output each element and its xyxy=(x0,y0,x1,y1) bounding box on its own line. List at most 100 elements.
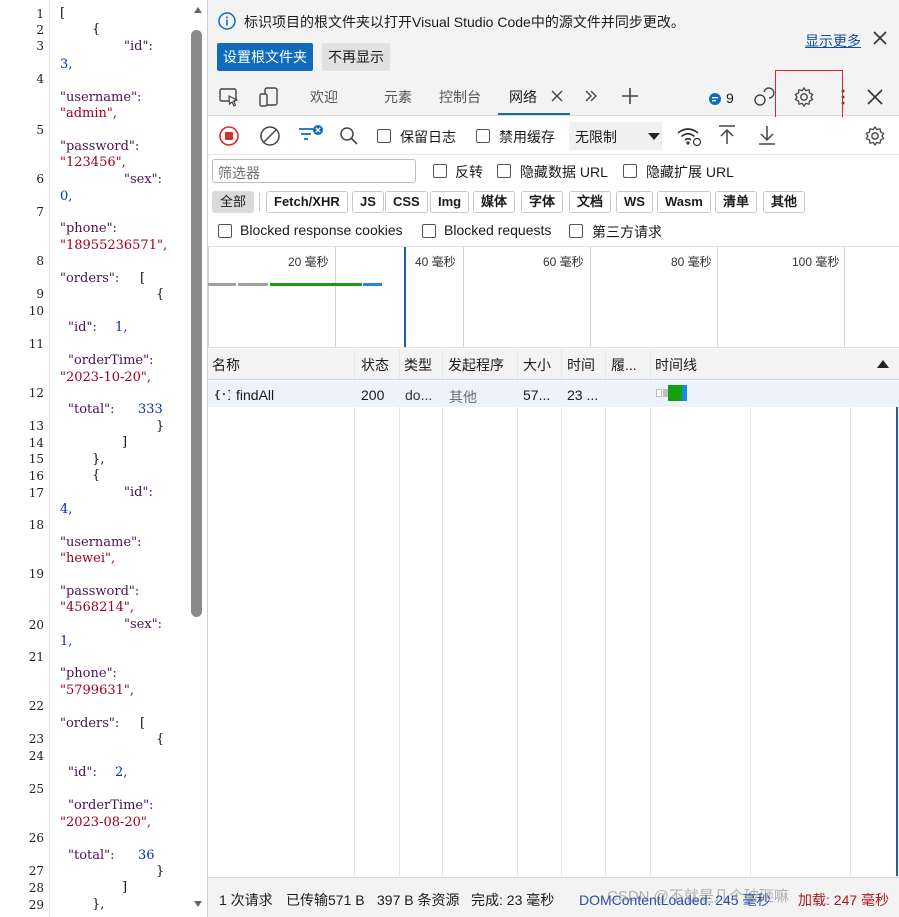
disable-cache-label: 禁用缓存 xyxy=(499,129,555,145)
invert-checkbox[interactable] xyxy=(433,164,447,178)
import-har-icon[interactable] xyxy=(717,124,737,146)
throttling-select[interactable]: 无限制 xyxy=(569,122,662,150)
more-tabs-chevron-icon[interactable] xyxy=(583,88,599,104)
filter-type-wasm[interactable]: Wasm xyxy=(657,191,711,213)
active-tab-indicator xyxy=(498,113,570,115)
filter-type-font[interactable]: 字体 xyxy=(521,191,564,213)
inspect-element-icon[interactable] xyxy=(218,86,240,108)
filter-type-img[interactable]: Img xyxy=(430,191,470,213)
blocked-requests-checkbox[interactable] xyxy=(422,224,436,238)
json-value: "2023-10-20", xyxy=(60,370,152,385)
column-header-name[interactable]: 名称 xyxy=(212,355,240,375)
record-stop-icon[interactable] xyxy=(218,125,240,147)
tab-network[interactable]: 网络 xyxy=(509,87,537,107)
json-key: "orderTime": xyxy=(68,798,154,813)
json-key: "orderTime": xyxy=(68,353,154,368)
filter-type-manifest[interactable]: 清单 xyxy=(715,191,758,213)
tab-console[interactable]: 控制台 xyxy=(439,87,481,107)
line-number: 21 xyxy=(28,650,44,664)
network-conditions-wifi-icon[interactable] xyxy=(676,125,702,147)
column-header-status[interactable]: 状态 xyxy=(361,355,389,375)
column-divider[interactable] xyxy=(399,349,400,876)
column-divider[interactable] xyxy=(354,349,355,876)
json-value: 36 xyxy=(138,848,155,863)
column-header-type[interactable]: 类型 xyxy=(404,355,432,375)
column-header-fulfilled[interactable]: 履... xyxy=(611,355,637,375)
line-number: 26 xyxy=(28,831,44,845)
watermark: CSDN @不就是几个破砸嘛 xyxy=(607,888,789,905)
transferred-size: 已传输571 B xyxy=(286,892,365,908)
tab-welcome[interactable]: 欢迎 xyxy=(310,87,338,107)
filter-type-fetch-xhr[interactable]: Fetch/XHR xyxy=(266,191,348,213)
column-header-initiator[interactable]: 发起程序 xyxy=(448,355,504,375)
waterfall-bar-download xyxy=(682,385,687,401)
chip-divider xyxy=(259,193,260,211)
filter-type-ws[interactable]: WS xyxy=(616,191,653,213)
dont-show-again-button[interactable]: 不再显示 xyxy=(322,43,390,71)
filter-input[interactable]: 筛选器 xyxy=(212,159,416,183)
column-divider[interactable] xyxy=(442,349,443,876)
column-divider[interactable] xyxy=(650,349,651,876)
show-more-link[interactable]: 显示更多 xyxy=(805,31,861,51)
scroll-up-arrow-icon[interactable] xyxy=(193,6,203,14)
filter-type-js[interactable]: JS xyxy=(352,191,384,213)
disable-cache-checkbox[interactable] xyxy=(476,129,490,143)
column-divider[interactable] xyxy=(605,349,606,876)
network-settings-gear-icon[interactable] xyxy=(864,125,886,147)
json-value: 2, xyxy=(115,765,128,780)
line-number: 13 xyxy=(28,419,44,433)
column-divider[interactable] xyxy=(517,349,518,876)
blocked-cookies-checkbox[interactable] xyxy=(218,224,232,238)
throttling-value: 无限制 xyxy=(575,129,617,145)
device-emulation-icon[interactable] xyxy=(258,86,280,108)
feedback-icon[interactable] xyxy=(753,86,775,108)
request-name[interactable]: findAll xyxy=(236,387,274,403)
filter-type-css[interactable]: CSS xyxy=(385,191,428,213)
preserve-log-checkbox[interactable] xyxy=(377,129,391,143)
add-tab-icon[interactable] xyxy=(621,87,639,105)
line-number: 28 xyxy=(28,881,44,895)
scrollbar-thumb[interactable] xyxy=(191,30,202,617)
filter-type-doc[interactable]: 文档 xyxy=(569,191,612,213)
waterfall-bar-waiting xyxy=(668,385,682,401)
tab-elements[interactable]: 元素 xyxy=(384,87,412,107)
issues-count[interactable]: 9 xyxy=(726,90,734,106)
overview-tick-40ms: 40 毫秒 xyxy=(415,255,456,269)
line-number: 12 xyxy=(28,386,44,400)
json-key: "password": xyxy=(60,139,140,154)
hide-data-urls-checkbox[interactable] xyxy=(497,164,511,178)
filter-type-other[interactable]: 其他 xyxy=(763,191,806,213)
filter-type-all[interactable]: 全部 xyxy=(212,191,255,213)
json-value: 3, xyxy=(60,57,73,72)
table-row[interactable]: {·} xyxy=(208,381,899,407)
json-document-icon: {·} xyxy=(214,387,230,401)
search-icon[interactable] xyxy=(339,126,359,146)
clear-icon[interactable] xyxy=(259,125,281,147)
line-number: 5 xyxy=(36,123,44,137)
third-party-checkbox[interactable] xyxy=(569,224,583,238)
overview-gridline xyxy=(463,247,464,347)
filter-funnel-icon[interactable] xyxy=(296,123,324,147)
column-header-size[interactable]: 大小 xyxy=(523,355,551,375)
column-header-waterfall[interactable]: 时间线 xyxy=(655,355,697,375)
overview-bar-stalled xyxy=(238,283,268,286)
set-root-folder-button[interactable]: 设置根文件夹 xyxy=(217,43,313,71)
preserve-log-label: 保留日志 xyxy=(400,129,456,145)
filter-type-media[interactable]: 媒体 xyxy=(473,191,516,213)
hide-extension-urls-checkbox[interactable] xyxy=(623,164,637,178)
export-har-icon[interactable] xyxy=(757,124,777,146)
close-tab-icon[interactable] xyxy=(550,89,564,103)
close-devtools-icon[interactable] xyxy=(866,88,884,106)
column-divider[interactable] xyxy=(561,349,562,876)
json-key: "phone": xyxy=(60,221,117,236)
json-value: 4, xyxy=(60,502,73,517)
issues-badge-icon[interactable] xyxy=(708,92,722,106)
line-number: 15 xyxy=(28,452,44,466)
sort-ascending-icon[interactable] xyxy=(877,360,889,368)
column-header-time[interactable]: 时间 xyxy=(567,355,595,375)
scroll-down-arrow-icon[interactable] xyxy=(193,900,203,908)
close-infobar-icon[interactable] xyxy=(872,30,888,46)
overview-bar-queue xyxy=(208,283,236,286)
code-line: { xyxy=(92,22,101,37)
blocked-cookies-label: Blocked response cookies xyxy=(240,222,403,238)
